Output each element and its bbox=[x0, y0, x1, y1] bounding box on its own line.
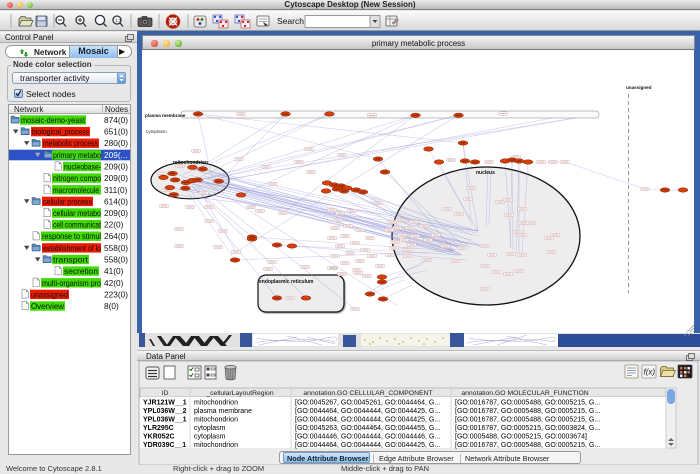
svg-text:651(0): 651(0) bbox=[104, 126, 128, 136]
svg-text:[GO:0044464, GO:0044444, GO:00: [GO:0044464, GO:0044444, GO:0044425, G..… bbox=[295, 416, 440, 423]
svg-text:secretion: secretion bbox=[64, 266, 98, 276]
svg-text:macromolecule: macromolecule bbox=[53, 184, 99, 194]
svg-text:209(0): 209(0) bbox=[104, 173, 128, 183]
svg-text:cell communicat: cell communicat bbox=[53, 219, 102, 229]
svg-text:42(0): 42(0) bbox=[104, 277, 124, 287]
svg-text:_cellularLayoutRegion: _cellularLayoutRegion bbox=[205, 390, 273, 397]
svg-text:[GO:0044446, GO:0044444, GO:00: [GO:0044446, GO:0044444, GO:0044446, G..… bbox=[295, 433, 440, 440]
svg-text:209(0): 209(0) bbox=[104, 161, 128, 171]
svg-text:209(0): 209(0) bbox=[104, 208, 128, 218]
svg-text:[GO:0016787, GO:0005488, GO:00: [GO:0016787, GO:0005488, GO:0005215, G..… bbox=[455, 416, 600, 423]
svg-text:[GO:0044464, GO:0044444, GO:00: [GO:0044464, GO:0044444, GO:0044425, G..… bbox=[295, 408, 440, 415]
svg-text:cytoplasm: cytoplasm bbox=[194, 425, 226, 432]
svg-text:endoplasmic reticulum: endoplasmic reticulum bbox=[259, 279, 314, 285]
svg-text:223(0): 223(0) bbox=[104, 289, 128, 299]
svg-text:multi-organism pro: multi-organism pro bbox=[42, 277, 101, 287]
svg-text:unassigned: unassigned bbox=[626, 85, 652, 90]
svg-text:8(0): 8(0) bbox=[104, 301, 119, 311]
svg-text:mitochondrion: mitochondrion bbox=[194, 442, 238, 449]
svg-text:f(x): f(x) bbox=[644, 368, 656, 377]
svg-text:ID: ID bbox=[162, 390, 169, 397]
svg-text:YPL036W__1: YPL036W__1 bbox=[143, 416, 187, 423]
svg-text:YPL036W__2: YPL036W__2 bbox=[143, 408, 187, 415]
svg-text:establishment of lo: establishment of lo bbox=[43, 242, 101, 252]
svg-text:plasma membrane: plasma membrane bbox=[194, 408, 252, 415]
svg-text:264(0): 264(0) bbox=[104, 231, 128, 241]
svg-text:cytoplasm: cytoplasm bbox=[194, 433, 226, 440]
svg-text:614(0): 614(0) bbox=[104, 196, 128, 206]
svg-text:[GO:0016787, GO:0005488, GO:00: [GO:0016787, GO:0005488, GO:0005215, G..… bbox=[455, 408, 600, 415]
svg-text:unassigned: unassigned bbox=[31, 289, 68, 299]
svg-text:YLR295C: YLR295C bbox=[143, 425, 174, 432]
svg-text:mitochondrion: mitochondrion bbox=[173, 160, 208, 166]
svg-text:[GO:0045267, GO:0045261, GO:00: [GO:0045267, GO:0045261, GO:0044464, G..… bbox=[295, 399, 440, 406]
svg-text:558(0): 558(0) bbox=[104, 242, 128, 252]
svg-text:311(0): 311(0) bbox=[104, 184, 128, 194]
svg-text:41(0): 41(0) bbox=[104, 266, 124, 276]
svg-text:[GO:0016787, GO:0005488, GO:00: [GO:0016787, GO:0005488, GO:0005215, G..… bbox=[455, 442, 600, 449]
svg-text:nitrogen compo: nitrogen compo bbox=[53, 173, 101, 183]
svg-text:874(0): 874(0) bbox=[104, 115, 128, 125]
svg-text:annotation.GO MOLECULAR_FUNCTI: annotation.GO MOLECULAR_FUNCTION bbox=[461, 390, 588, 397]
svg-text:558(0): 558(0) bbox=[104, 254, 128, 264]
svg-text:[GO:0045263, GO:0044464, GO:00: [GO:0045263, GO:0044464, GO:0044455, G..… bbox=[295, 425, 440, 432]
svg-text:mitochondrion: mitochondrion bbox=[194, 399, 238, 406]
svg-text:mosaic-demo-yeast: mosaic-demo-yeast bbox=[21, 115, 86, 125]
svg-text:280(0): 280(0) bbox=[104, 138, 128, 148]
svg-text:cellular process: cellular process bbox=[43, 196, 92, 206]
svg-text:nucleobase-: nucleobase- bbox=[64, 161, 101, 171]
svg-text:22(0): 22(0) bbox=[104, 219, 124, 229]
svg-text:[GO:0044464, GO:0044444, GO:00: [GO:0044464, GO:0044444, GO:0044425, G..… bbox=[295, 442, 440, 449]
svg-text:nucleus: nucleus bbox=[476, 170, 495, 176]
svg-text:YJR121W__1: YJR121W__1 bbox=[143, 399, 187, 406]
svg-text:[GO:0016787, GO:0005488, GO:00: [GO:0016787, GO:0005488, GO:0005215, G..… bbox=[455, 399, 600, 406]
svg-text:Overview: Overview bbox=[31, 301, 65, 311]
svg-text:cellular metabo: cellular metabo bbox=[53, 208, 101, 218]
svg-text:primary metabo: primary metabo bbox=[53, 149, 101, 159]
svg-text:[GO:0016787, GO:0005215, GO:00: [GO:0016787, GO:0005215, GO:0003824, G..… bbox=[455, 425, 600, 432]
svg-text:metabolic process: metabolic process bbox=[43, 138, 98, 148]
svg-text:response to stimul: response to stimul bbox=[42, 231, 101, 241]
svg-text:YDR039C__1: YDR039C__1 bbox=[143, 442, 186, 449]
svg-text:YKR052C: YKR052C bbox=[143, 433, 175, 440]
svg-text:Search:: Search: bbox=[277, 16, 306, 26]
svg-text:1:1: 1:1 bbox=[115, 18, 122, 23]
svg-text:plasma membrane: plasma membrane bbox=[145, 113, 186, 118]
svg-text:[GO:0005488, GO:0005215, GO:00: [GO:0005488, GO:0005215, GO:0003674] bbox=[455, 433, 587, 440]
svg-text:cytoplasm: cytoplasm bbox=[146, 129, 167, 134]
svg-text:209(...: 209(... bbox=[104, 149, 128, 159]
svg-text:mitochondrion: mitochondrion bbox=[194, 416, 238, 423]
svg-text:transport: transport bbox=[53, 254, 89, 264]
svg-text:annotation.GO CELLULAR_COMPONE: annotation.GO CELLULAR_COMPONENT bbox=[303, 390, 432, 397]
svg-text:biological_process: biological_process bbox=[32, 126, 89, 136]
